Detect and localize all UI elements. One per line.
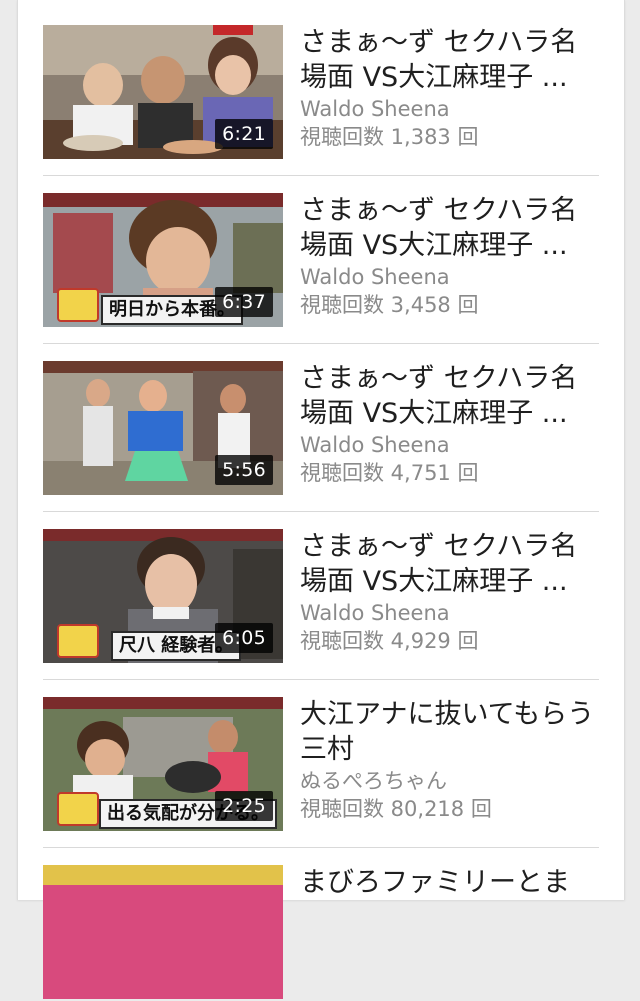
video-thumbnail[interactable] bbox=[43, 865, 283, 999]
video-thumbnail[interactable]: 出る気配が分かる。 2:25 bbox=[43, 697, 283, 831]
video-channel[interactable]: Waldo Sheena bbox=[300, 431, 600, 459]
video-info: まびろファミリーとま bbox=[300, 865, 600, 935]
video-thumbnail[interactable]: 明日から本番。 6:37 bbox=[43, 193, 283, 327]
video-title[interactable]: まびろファミリーとま bbox=[300, 865, 600, 935]
video-thumbnail[interactable]: 5:56 bbox=[43, 361, 283, 495]
divider bbox=[43, 847, 599, 848]
video-duration: 5:56 bbox=[215, 455, 273, 485]
video-item[interactable]: 出る気配が分かる。 2:25 大江アナに抜いてもらう三村 ぬるぺろちゃん 視聴回… bbox=[43, 697, 599, 833]
video-channel[interactable]: ぬるぺろちゃん bbox=[300, 767, 600, 795]
video-title[interactable]: さまぁ〜ず セクハラ名場面 VS大江麻理子 ... bbox=[300, 193, 600, 263]
video-item[interactable]: 6:21 さまぁ〜ず セクハラ名場面 VS大江麻理子 ... Waldo She… bbox=[43, 25, 599, 161]
divider bbox=[43, 343, 599, 344]
video-info: さまぁ〜ず セクハラ名場面 VS大江麻理子 ... Waldo Sheena 視… bbox=[300, 193, 600, 319]
video-duration: 6:37 bbox=[215, 287, 273, 317]
video-views: 視聴回数 80,218 回 bbox=[300, 797, 492, 821]
video-views: 視聴回数 4,751 回 bbox=[300, 461, 479, 485]
video-info: さまぁ〜ず セクハラ名場面 VS大江麻理子 ... Waldo Sheena 視… bbox=[300, 361, 600, 487]
video-title[interactable]: さまぁ〜ず セクハラ名場面 VS大江麻理子 ... bbox=[300, 25, 600, 95]
thumbnail-image bbox=[43, 865, 283, 999]
channel-logo-icon bbox=[57, 624, 99, 658]
video-channel[interactable]: Waldo Sheena bbox=[300, 263, 600, 291]
video-thumbnail[interactable]: 尺八 経験者。 6:05 bbox=[43, 529, 283, 663]
video-channel[interactable]: Waldo Sheena bbox=[300, 599, 600, 627]
video-info: さまぁ〜ず セクハラ名場面 VS大江麻理子 ... Waldo Sheena 視… bbox=[300, 25, 600, 151]
divider bbox=[43, 511, 599, 512]
channel-logo-icon bbox=[57, 288, 99, 322]
divider bbox=[43, 679, 599, 680]
video-item[interactable]: 明日から本番。 6:37 さまぁ〜ず セクハラ名場面 VS大江麻理子 ... W… bbox=[43, 193, 599, 329]
video-list-card: 6:21 さまぁ〜ず セクハラ名場面 VS大江麻理子 ... Waldo She… bbox=[17, 0, 625, 999]
divider bbox=[43, 175, 599, 176]
video-duration: 6:05 bbox=[215, 623, 273, 653]
video-item[interactable]: まびろファミリーとま bbox=[43, 865, 599, 1001]
video-duration: 2:25 bbox=[215, 791, 273, 821]
video-views: 視聴回数 3,458 回 bbox=[300, 293, 479, 317]
video-views: 視聴回数 4,929 回 bbox=[300, 629, 479, 653]
video-title[interactable]: さまぁ〜ず セクハラ名場面 VS大江麻理子 ... bbox=[300, 361, 600, 431]
video-thumbnail[interactable]: 6:21 bbox=[43, 25, 283, 159]
video-item[interactable]: 尺八 経験者。 6:05 さまぁ〜ず セクハラ名場面 VS大江麻理子 ... W… bbox=[43, 529, 599, 665]
video-channel[interactable]: Waldo Sheena bbox=[300, 95, 600, 123]
channel-logo-icon bbox=[57, 792, 99, 826]
video-item[interactable]: 5:56 さまぁ〜ず セクハラ名場面 VS大江麻理子 ... Waldo She… bbox=[43, 361, 599, 497]
video-title[interactable]: さまぁ〜ず セクハラ名場面 VS大江麻理子 ... bbox=[300, 529, 600, 599]
video-info: 大江アナに抜いてもらう三村 ぬるぺろちゃん 視聴回数 80,218 回 bbox=[300, 697, 600, 823]
video-duration: 6:21 bbox=[215, 119, 273, 149]
video-title[interactable]: 大江アナに抜いてもらう三村 bbox=[300, 697, 600, 767]
video-info: さまぁ〜ず セクハラ名場面 VS大江麻理子 ... Waldo Sheena 視… bbox=[300, 529, 600, 655]
video-views: 視聴回数 1,383 回 bbox=[300, 125, 479, 149]
